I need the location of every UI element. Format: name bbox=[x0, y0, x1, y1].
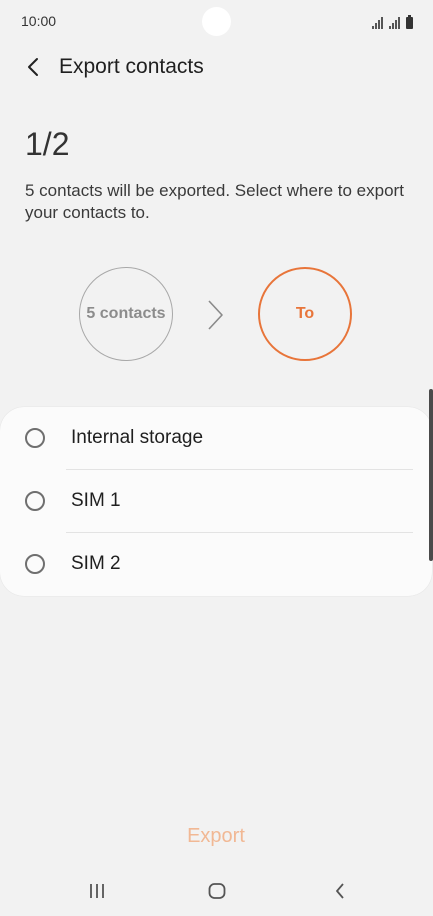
option-label: Internal storage bbox=[71, 427, 204, 448]
battery-icon bbox=[406, 15, 413, 29]
option-sim-2[interactable]: SIM 2 bbox=[0, 533, 432, 596]
page-title: Export contacts bbox=[59, 55, 204, 78]
radio-button[interactable] bbox=[25, 428, 45, 448]
destination-circle: To bbox=[258, 267, 352, 361]
source-label: 5 contacts bbox=[86, 305, 166, 322]
radio-button[interactable] bbox=[25, 554, 45, 574]
home-icon bbox=[208, 883, 226, 899]
destination-label: To bbox=[295, 305, 315, 322]
navigation-bar bbox=[0, 866, 433, 916]
app-bar: Export contacts bbox=[0, 44, 433, 90]
recent-apps-button[interactable] bbox=[77, 878, 117, 904]
scrollbar[interactable] bbox=[429, 389, 433, 561]
system-back-button[interactable] bbox=[320, 878, 360, 904]
back-button[interactable] bbox=[18, 52, 48, 82]
chevron-left-icon bbox=[28, 58, 38, 76]
step-counter: 1/2 bbox=[25, 126, 70, 162]
export-destination-list: Internal storage SIM 1 SIM 2 bbox=[0, 407, 432, 596]
status-time: 10:00 bbox=[21, 13, 57, 29]
back-icon bbox=[336, 883, 344, 899]
chevron-right-icon bbox=[208, 300, 223, 330]
camera-cutout bbox=[202, 7, 231, 36]
option-internal-storage[interactable]: Internal storage bbox=[0, 407, 432, 470]
source-circle: 5 contacts bbox=[79, 267, 173, 361]
status-icons bbox=[372, 13, 413, 29]
option-label: SIM 1 bbox=[71, 490, 121, 511]
option-sim-1[interactable]: SIM 1 bbox=[0, 470, 432, 533]
export-button[interactable]: Export bbox=[136, 818, 296, 854]
signal-sim1-icon bbox=[372, 17, 383, 29]
status-bar: 10:00 bbox=[0, 0, 433, 44]
signal-sim2-icon bbox=[389, 17, 400, 29]
option-label: SIM 2 bbox=[71, 553, 121, 574]
home-button[interactable] bbox=[197, 878, 237, 904]
radio-button[interactable] bbox=[25, 491, 45, 511]
step-description: 5 contacts will be exported. Select wher… bbox=[25, 181, 404, 222]
recent-apps-icon bbox=[90, 884, 104, 898]
